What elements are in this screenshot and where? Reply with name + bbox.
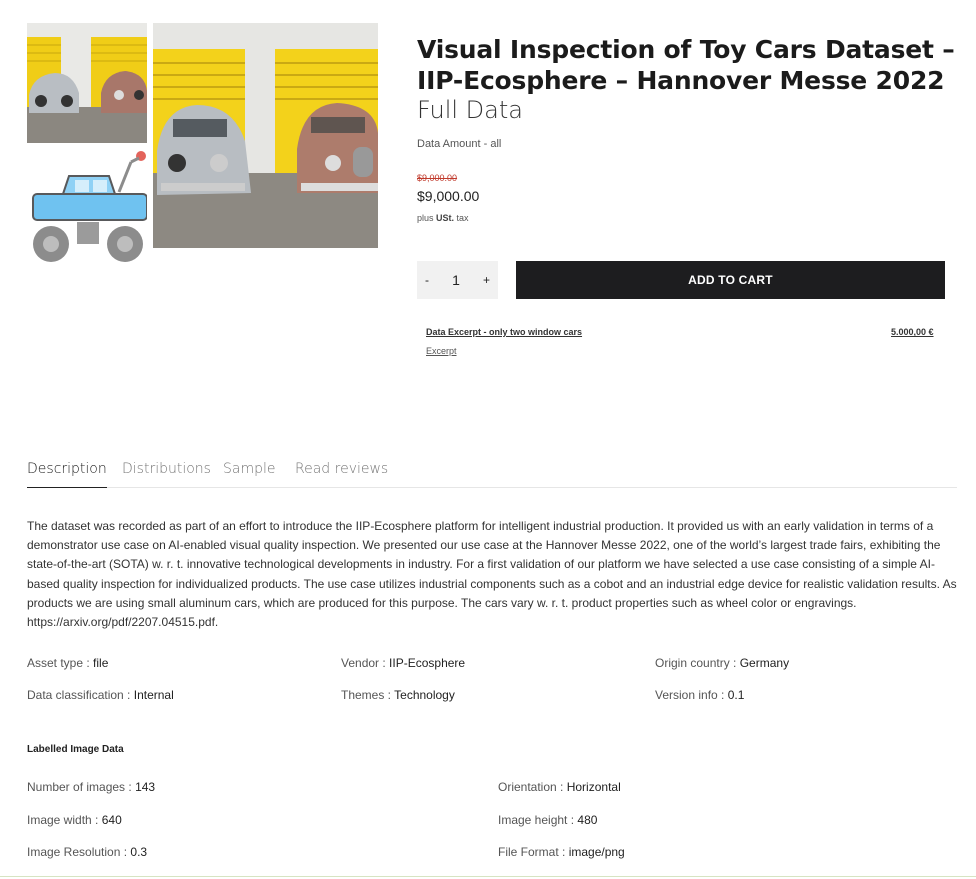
meta-label: Themes : <box>341 688 392 702</box>
meta-themes: Themes : Technology <box>341 688 455 702</box>
meta-image-width: Image width : 640 <box>27 813 122 827</box>
classic-cars-photo <box>153 23 378 248</box>
meta-orientation: Orientation : Horizontal <box>498 780 621 794</box>
toy-truck-icon <box>32 151 147 262</box>
tax-suffix: tax <box>456 213 469 223</box>
quantity-stepper[interactable]: - 1 + <box>417 261 498 299</box>
old-price: $9,000.00 <box>417 173 458 183</box>
current-price: $9,000.00 <box>417 188 480 204</box>
meta-image-height: Image height : 480 <box>498 813 597 827</box>
meta-file-format: File Format : image/png <box>498 845 625 859</box>
meta-value: 0.1 <box>727 688 745 702</box>
meta-vendor: Vendor : IIP-Ecosphere <box>341 656 465 670</box>
product-subtitle: Full Data <box>417 96 523 124</box>
meta-label: Origin country : <box>655 656 737 670</box>
meta-value: Internal <box>133 688 174 702</box>
gallery-thumbnail-cars[interactable] <box>27 23 147 143</box>
product-title: Visual Inspection of Toy Cars Dataset – … <box>417 35 955 95</box>
add-to-cart-button[interactable]: ADD TO CART <box>516 261 945 299</box>
meta-origin-country: Origin country : Germany <box>655 656 789 670</box>
meta-value: 640 <box>101 813 122 827</box>
meta-value: image/png <box>568 845 625 859</box>
data-excerpt-link[interactable]: Data Excerpt - only two window cars <box>426 327 582 337</box>
meta-number-of-images: Number of images : 143 <box>27 780 155 794</box>
tax-bold: USt. <box>436 213 455 223</box>
meta-value: Technology <box>394 688 455 702</box>
data-excerpt-price[interactable]: 5.000,00 € <box>891 327 934 337</box>
meta-version-info: Version info : 0.1 <box>655 688 744 702</box>
meta-value: file <box>93 656 109 670</box>
main-product-image[interactable] <box>153 23 378 248</box>
product-tabs: Description Distributions Sample Read re… <box>27 461 957 488</box>
meta-label: Image width : <box>27 813 99 827</box>
data-amount-label: Data Amount - all <box>417 138 502 150</box>
meta-label: Version info : <box>655 688 725 702</box>
cars-thumbnail-image <box>27 23 147 143</box>
meta-label: Asset type : <box>27 656 90 670</box>
tab-sample[interactable]: Sample <box>223 461 276 488</box>
meta-label: Image Resolution : <box>27 845 128 859</box>
tab-read-reviews[interactable]: Read reviews <box>295 461 388 488</box>
meta-value: 480 <box>577 813 598 827</box>
quantity-decrease-button[interactable]: - <box>425 273 429 287</box>
meta-label: Vendor : <box>341 656 386 670</box>
meta-value: Germany <box>739 656 790 670</box>
meta-value: 143 <box>135 780 156 794</box>
tax-note: plus USt. tax <box>417 213 469 223</box>
meta-label: Data classification : <box>27 688 131 702</box>
quantity-increase-button[interactable]: + <box>483 273 490 287</box>
meta-label: Image height : <box>498 813 575 827</box>
meta-image-resolution: Image Resolution : 0.3 <box>27 845 147 859</box>
tab-description[interactable]: Description <box>27 461 107 488</box>
meta-value: 0.3 <box>130 845 148 859</box>
meta-label: Orientation : <box>498 780 564 794</box>
product-description: The dataset was recorded as part of an e… <box>27 519 957 630</box>
meta-value: IIP-Ecosphere <box>389 656 466 670</box>
meta-value: Horizontal <box>566 780 621 794</box>
tab-distributions[interactable]: Distributions <box>122 461 211 488</box>
meta-data-classification: Data classification : Internal <box>27 688 174 702</box>
meta-label: File Format : <box>498 845 566 859</box>
meta-asset-type: Asset type : file <box>27 656 108 670</box>
quantity-input[interactable]: 1 <box>452 272 460 288</box>
footer-divider <box>0 876 976 877</box>
gallery-thumbnail-toy-truck[interactable] <box>27 148 147 268</box>
excerpt-link[interactable]: Excerpt <box>426 346 457 356</box>
tax-prefix: plus <box>417 213 434 223</box>
labelled-image-data-heading: Labelled Image Data <box>27 744 124 755</box>
meta-label: Number of images : <box>27 780 132 794</box>
